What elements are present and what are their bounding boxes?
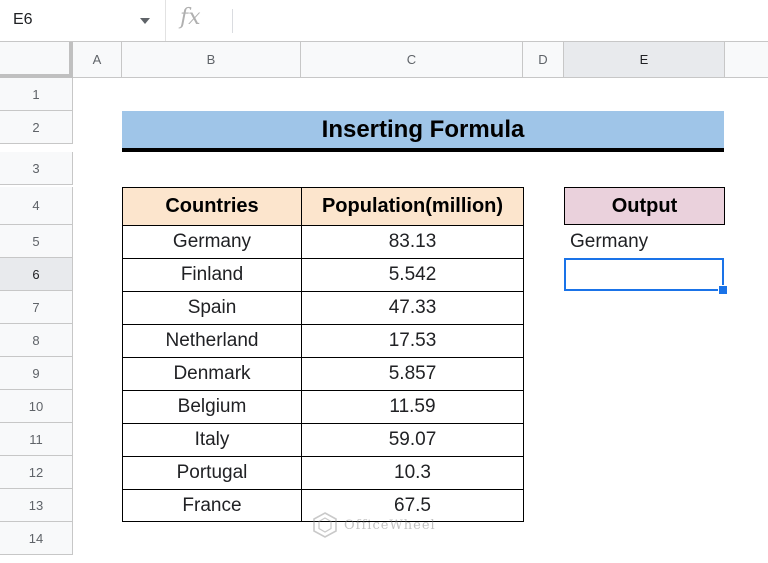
fx-icon: fx [180, 5, 201, 30]
watermark-text: OfficeWheel [344, 517, 436, 533]
table-header-population[interactable]: Population(million) [301, 187, 524, 226]
officewheel-watermark: OfficeWheel [312, 512, 436, 538]
column-header-b[interactable]: B [122, 42, 301, 78]
row-header-13[interactable]: 13 [0, 489, 73, 522]
table-cell-population[interactable]: 11.59 [301, 390, 524, 424]
table-cell-country[interactable]: Netherland [122, 324, 302, 358]
output-header[interactable]: Output [564, 187, 725, 225]
column-header-d[interactable]: D [523, 42, 564, 78]
formula-bar: E6 fx [0, 0, 768, 42]
table-cell-country[interactable]: Belgium [122, 390, 302, 424]
table-cell-country[interactable]: Denmark [122, 357, 302, 391]
row-header-7[interactable]: 7 [0, 291, 73, 324]
row-header-14[interactable]: 14 [0, 522, 73, 555]
column-header-c[interactable]: C [301, 42, 523, 78]
table-cell-population[interactable]: 47.33 [301, 291, 524, 325]
row-header-6[interactable]: 6 [0, 258, 73, 291]
table-cell-population[interactable]: 83.13 [301, 225, 524, 259]
row-header-8[interactable]: 8 [0, 324, 73, 357]
column-header-a[interactable]: A [73, 42, 122, 78]
table-cell-country[interactable]: Spain [122, 291, 302, 325]
row-header-5[interactable]: 5 [0, 225, 73, 258]
row-header-9[interactable]: 9 [0, 357, 73, 390]
table-cell-population[interactable]: 17.53 [301, 324, 524, 358]
spreadsheet-grid[interactable]: A B C D E 1 2 3 4 5 6 7 8 9 10 11 12 13 … [0, 42, 768, 563]
table-cell-country[interactable]: Germany [122, 225, 302, 259]
select-all-corner[interactable] [0, 42, 73, 78]
table-cell-country[interactable]: France [122, 489, 302, 522]
active-cell-e6[interactable] [564, 258, 724, 291]
table-cell-country[interactable]: Italy [122, 423, 302, 457]
row-header-2[interactable]: 2 [0, 111, 73, 144]
cell-reference: E6 [13, 11, 33, 28]
table-cell-population[interactable]: 59.07 [301, 423, 524, 457]
officewheel-logo-icon [313, 512, 337, 538]
table-cell-population[interactable]: 5.857 [301, 357, 524, 391]
table-header-countries[interactable]: Countries [122, 187, 302, 226]
table-cell-country[interactable]: Portugal [122, 456, 302, 490]
fill-handle[interactable] [718, 285, 728, 295]
column-header-e[interactable]: E [564, 42, 725, 78]
chevron-down-icon[interactable] [140, 18, 150, 24]
row-header-3[interactable]: 3 [0, 152, 73, 185]
row-header-12[interactable]: 12 [0, 456, 73, 489]
sheet-title: Inserting Formula [122, 111, 724, 152]
row-header-10[interactable]: 10 [0, 390, 73, 423]
row-header-11[interactable]: 11 [0, 423, 73, 456]
name-box[interactable]: E6 [0, 0, 166, 41]
row-header-4[interactable]: 4 [0, 187, 73, 225]
formula-separator [232, 9, 233, 33]
table-cell-population[interactable]: 5.542 [301, 258, 524, 292]
output-value[interactable]: Germany [570, 226, 648, 258]
row-header-1[interactable]: 1 [0, 78, 73, 111]
column-header-f[interactable] [725, 42, 768, 78]
table-cell-population[interactable]: 10.3 [301, 456, 524, 490]
table-cell-country[interactable]: Finland [122, 258, 302, 292]
